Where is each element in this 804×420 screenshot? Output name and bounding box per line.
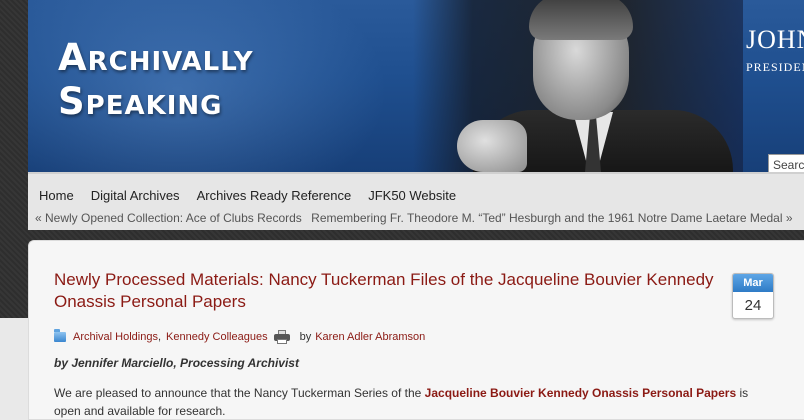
previous-post-link[interactable]: « Newly Opened Collection: Ace of Clubs … (35, 211, 302, 225)
category-link-kennedy-colleagues[interactable]: Kennedy Colleagues (166, 331, 268, 343)
date-month: Mar (733, 274, 773, 292)
main-menu: Home Digital Archives Archives Ready Ref… (39, 188, 473, 203)
nav-item-archives-ready-reference[interactable]: Archives Ready Reference (197, 188, 352, 203)
nav-item-digital-archives[interactable]: Digital Archives (91, 188, 180, 203)
library-name-line2: PRESIDENTIAL (746, 60, 804, 74)
folder-icon (54, 329, 66, 342)
navigation-bar: Home Digital Archives Archives Ready Ref… (28, 172, 804, 230)
body-text-start: We are pleased to announce that the Nanc… (54, 386, 425, 400)
print-icon[interactable] (273, 330, 290, 344)
post-card: Newly Processed Materials: Nancy Tuckerm… (28, 240, 804, 420)
site-title-line2: Speaking (58, 80, 223, 123)
post-body: We are pleased to announce that the Nanc… (54, 384, 754, 420)
category-link-archival-holdings[interactable]: Archival Holdings (73, 331, 158, 343)
post-byline: by Jennifer Marciello, Processing Archiv… (54, 356, 299, 370)
next-post-link[interactable]: Remembering Fr. Theodore M. “Ted” Hesbur… (311, 211, 792, 225)
author-link[interactable]: Karen Adler Abramson (315, 331, 425, 343)
site-title-line1: Archivally (58, 36, 254, 79)
post-meta: Archival Holdings , Kennedy Colleagues b… (54, 329, 425, 345)
date-day: 24 (744, 297, 762, 314)
site-header-banner: Archivally Speaking JOHN PRESIDENTIAL (28, 0, 804, 172)
collection-link[interactable]: Jacqueline Bouvier Kennedy Onassis Perso… (425, 386, 736, 400)
library-name-line1: JOHN (746, 25, 804, 54)
post-title[interactable]: Newly Processed Materials: Nancy Tuckerm… (54, 269, 714, 313)
date-badge: Mar 24 (732, 273, 774, 319)
site-title[interactable]: Archivally Speaking (58, 36, 254, 124)
post-navigation: « Newly Opened Collection: Ace of Clubs … (35, 211, 793, 225)
author-prefix: by (299, 331, 312, 343)
jfk-photo (413, 0, 743, 172)
nav-item-jfk50-website[interactable]: JFK50 Website (368, 188, 456, 203)
library-logo-text[interactable]: JOHN PRESIDENTIAL (746, 26, 804, 75)
nav-item-home[interactable]: Home (39, 188, 74, 203)
